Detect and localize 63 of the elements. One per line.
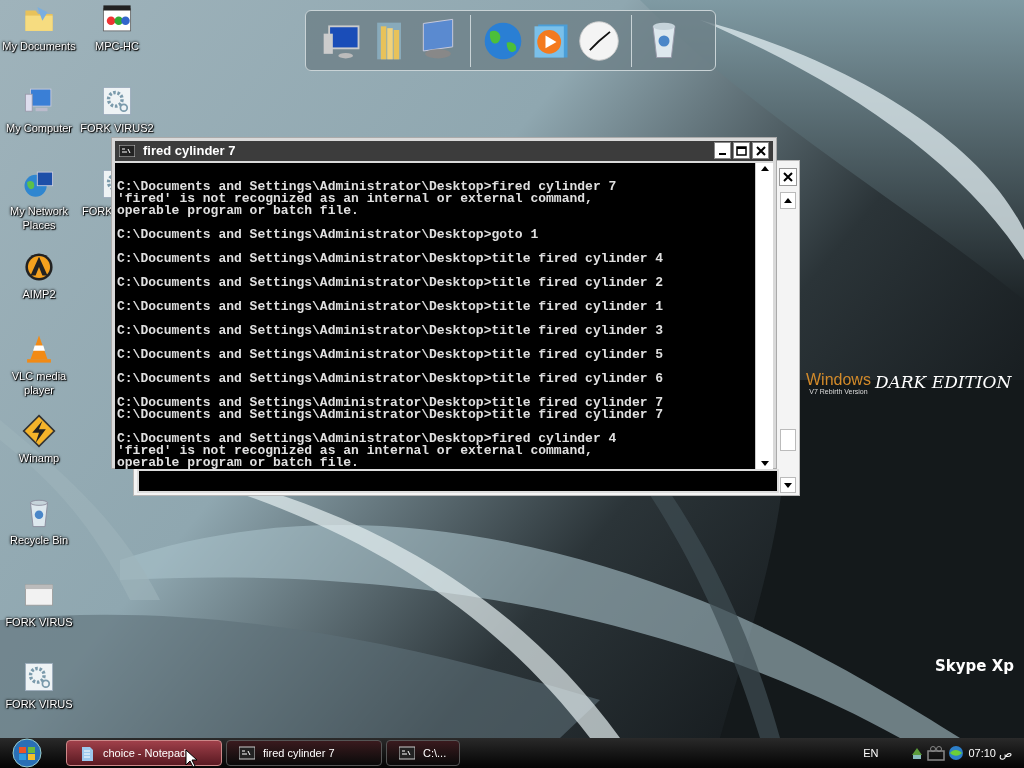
console-line: 'fired' is not recognized as an internal or external command, xyxy=(117,444,593,457)
close-icon xyxy=(755,145,766,156)
wallpaper-edition: DARK EDITION xyxy=(874,372,1012,392)
console-icon xyxy=(119,144,135,157)
console-line: C:\Documents and Settings\Administrator\Desktop>title fired cylinder 7 xyxy=(117,396,665,409)
icon-label[interactable]: MPC-HC xyxy=(95,39,139,53)
down-arrow-icon xyxy=(760,460,769,466)
text-area[interactable] xyxy=(137,469,779,493)
icon-label[interactable]: AIMP2 xyxy=(22,287,56,301)
icon-label[interactable]: My Network Places xyxy=(0,204,78,232)
clock[interactable]: 07:10 ص xyxy=(968,744,1012,762)
webcam-icon[interactable] xyxy=(927,745,946,761)
console-line: C:\Documents and Settings\Administrator\Desktop>title fired cylinder 6 xyxy=(117,372,665,385)
icon-label[interactable]: FORK VIRUS xyxy=(5,615,73,629)
console-line: C:\Documents and Settings\Administrator\Desktop>title fired cylinder 3 xyxy=(117,324,665,337)
taskbar-button[interactable]: fired cylinder 7 xyxy=(226,740,382,766)
scroll-up-button[interactable] xyxy=(780,192,796,209)
console-line: C:\Documents and Settings\Administrator\Desktop>title fired cylinder 4 xyxy=(117,252,665,265)
icon-label[interactable]: Recycle Bin xyxy=(9,533,69,547)
triangle-logo-icon[interactable] xyxy=(22,250,56,284)
icon-label[interactable]: My Computer xyxy=(6,121,72,135)
console-line: C:\Documents and Settings\Administrator\Desktop>title fired cylinder 2 xyxy=(117,276,665,289)
wallpaper-brand: Windows xyxy=(806,372,871,388)
close-button[interactable] xyxy=(752,142,769,160)
scroll-down-button[interactable] xyxy=(780,477,796,493)
notepad-icon xyxy=(79,745,95,761)
console-line: operable program or batch file. xyxy=(117,456,360,469)
minimize-button[interactable] xyxy=(714,142,731,160)
console-line: C:\Documents and Settings\Administrator\Desktop>goto 1 xyxy=(117,228,540,241)
globe-icon[interactable] xyxy=(948,745,965,761)
icon-label[interactable]: My Documents xyxy=(2,39,76,53)
scrollbar[interactable] xyxy=(755,162,773,469)
up-arrow-icon xyxy=(760,165,769,171)
console-line: C:\Documents and Settings\Administrator\Desktop>title fired cylinder 5 xyxy=(117,348,665,361)
console-line: C:\Documents and Settings\Administrator\Desktop>fired cylinder 4 xyxy=(117,432,618,445)
wallpaper-text: Skype Xp xyxy=(935,657,1014,675)
up-arrow-icon xyxy=(784,198,792,203)
taskbar-button[interactable]: C:\... xyxy=(386,740,460,766)
console-line: C:\Documents and Settings\Administrator\Desktop>title fired cylinder 1 xyxy=(117,300,665,313)
maximize-button[interactable] xyxy=(733,142,750,160)
console-icon xyxy=(239,745,255,761)
console-icon xyxy=(399,745,415,761)
maximize-icon xyxy=(736,145,747,156)
start-button[interactable] xyxy=(10,738,44,768)
taskbar-button[interactable]: choice - Notepad xyxy=(66,740,222,766)
language-indicator[interactable]: EN xyxy=(863,744,879,762)
close-button[interactable] xyxy=(779,168,797,186)
icon-label[interactable]: FORK VIRUS xyxy=(5,697,73,711)
console-line: C:\Documents and Settings\Administrator\Desktop>fired cylinder 7 xyxy=(117,180,618,193)
console-line: C:\Documents and Settings\Administrator\Desktop>title fired cylinder 7 xyxy=(117,408,665,421)
console-line: operable program or batch file. xyxy=(117,204,360,217)
icon-label[interactable]: VLC media player xyxy=(0,369,78,397)
close-icon xyxy=(783,172,793,182)
console-line: 'fired' is not recognized as an internal or external command, xyxy=(117,192,593,205)
mouse-cursor-icon xyxy=(185,749,197,768)
window-title: fired cylinder 7 xyxy=(143,142,237,160)
minimize-icon xyxy=(719,153,726,156)
lightning-icon[interactable] xyxy=(22,414,56,448)
icon-label[interactable]: Winamp xyxy=(18,451,60,465)
scrollbar-thumb[interactable] xyxy=(780,429,796,451)
down-arrow-icon xyxy=(784,482,792,488)
icon-label[interactable]: FORK VIRUS2 xyxy=(80,121,154,135)
icon-label[interactable]: FORK xyxy=(82,204,113,218)
